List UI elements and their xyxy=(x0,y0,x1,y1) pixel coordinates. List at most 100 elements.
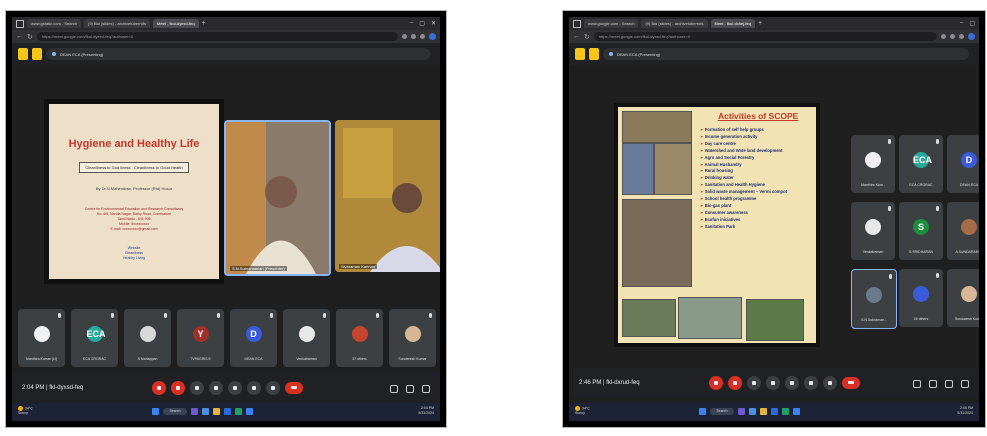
weather-widget[interactable]: 34°C Sunny xyxy=(18,406,33,416)
avatar: S xyxy=(913,219,929,235)
participant-tile[interactable]: S S.SRIDHARAN xyxy=(899,202,943,260)
participant-tile[interactable]: A SUNDARAM M xyxy=(947,202,979,260)
start-icon[interactable] xyxy=(152,408,159,415)
activities-icon[interactable] xyxy=(961,380,969,388)
info-icon[interactable] xyxy=(390,385,398,393)
participant-tile[interactable]: D DEAN ECA xyxy=(947,135,979,193)
present-screen-icon[interactable] xyxy=(785,376,799,390)
maximize-icon[interactable]: ▢ xyxy=(419,20,425,27)
pin-icon[interactable] xyxy=(575,48,585,60)
participant-video[interactable]: Sivaraman Kannan xyxy=(335,120,440,272)
avatar xyxy=(351,326,368,342)
captions-icon[interactable] xyxy=(747,376,761,390)
app-icon[interactable] xyxy=(738,408,745,415)
folder-icon[interactable] xyxy=(213,408,220,415)
participant-tile[interactable]: Y TVPAGRIS E xyxy=(177,309,224,367)
left-tab-3[interactable]: Meet - fkul-dyexd-feq xyxy=(153,19,199,28)
address-field[interactable]: https://meet.google.com/fkul-dyexd-feq?a… xyxy=(36,32,398,41)
more-options-icon[interactable] xyxy=(266,381,280,395)
participant-tile[interactable]: ECA ECA CRGRAC xyxy=(71,309,118,367)
avatar xyxy=(865,219,881,235)
participant-tile[interactable]: 37 others xyxy=(336,309,383,367)
participant-tile[interactable]: Venkatraman xyxy=(851,202,895,260)
participant-video-presenter[interactable]: S.N.Subramanian (Presenter) xyxy=(224,120,331,276)
new-tab-icon[interactable]: + xyxy=(758,20,762,27)
right-tab-2[interactable]: (9) Bio (slides) - archivetuberrofs xyxy=(641,19,708,28)
new-tab-icon[interactable]: + xyxy=(202,20,206,27)
participant-tile[interactable]: Manthira Kum.. xyxy=(851,135,895,193)
participant-tile[interactable]: D DEAN ECA xyxy=(230,309,277,367)
minimize-icon[interactable]: – xyxy=(960,20,963,27)
reload-icon[interactable]: ↻ xyxy=(27,33,33,41)
minimize-icon[interactable]: – xyxy=(410,20,413,27)
ext-icon[interactable] xyxy=(941,34,946,39)
start-icon[interactable] xyxy=(699,408,706,415)
ext-icon[interactable] xyxy=(411,34,416,39)
profile-icon[interactable] xyxy=(968,33,975,40)
leave-call-button[interactable] xyxy=(842,377,860,389)
app-icon[interactable] xyxy=(246,408,253,415)
ext-icon[interactable] xyxy=(402,34,407,39)
app-icon[interactable] xyxy=(793,408,800,415)
ext-icon[interactable] xyxy=(959,34,964,39)
search-box[interactable]: Search xyxy=(710,408,734,415)
app-icon[interactable] xyxy=(202,408,209,415)
back-icon[interactable]: ← xyxy=(573,33,580,40)
participant-tile[interactable]: Sundaresh Kumar xyxy=(947,269,979,327)
folder-icon[interactable] xyxy=(760,408,767,415)
leave-call-button[interactable] xyxy=(285,382,303,394)
app-icon[interactable] xyxy=(771,408,778,415)
ext-icon[interactable] xyxy=(420,34,425,39)
participant-tile[interactable]: S.N.Subraman... xyxy=(851,269,897,329)
participant-tile[interactable]: 16 others xyxy=(899,269,943,327)
right-tab-1[interactable]: www.google.com - Search xyxy=(584,19,639,28)
people-icon[interactable] xyxy=(406,385,414,393)
present-icon xyxy=(52,52,56,56)
chrome-icon[interactable] xyxy=(782,408,789,415)
participant-tile[interactable]: ECA ECA CRGRAC xyxy=(899,135,943,193)
raise-hand-icon[interactable] xyxy=(247,381,261,395)
camera-off-icon[interactable] xyxy=(728,376,742,390)
reload-icon[interactable]: ↻ xyxy=(584,33,590,41)
presenting-label: DEAN ECA (Presenting) xyxy=(617,51,661,57)
pin-icon[interactable] xyxy=(18,48,28,60)
back-icon[interactable]: ← xyxy=(16,33,23,40)
captions-icon[interactable] xyxy=(190,381,204,395)
address-field[interactable]: https://meet.google.com/fkul-dyxsd-feq?a… xyxy=(593,32,937,41)
chrome-icon[interactable] xyxy=(235,408,242,415)
maximize-icon[interactable]: ▢ xyxy=(969,20,975,27)
more-options-icon[interactable] xyxy=(823,376,837,390)
left-tab-2[interactable]: (9) Bio (slides) - archivetuberrofs xyxy=(84,19,151,28)
search-box[interactable]: Search xyxy=(163,408,187,415)
layout-icon[interactable] xyxy=(32,48,42,60)
raise-hand-icon[interactable] xyxy=(804,376,818,390)
right-tab-3[interactable]: Meet - fkul-dxhej-feq xyxy=(710,19,755,28)
camera-off-icon[interactable] xyxy=(171,381,185,395)
mic-off-icon[interactable] xyxy=(152,381,166,395)
weather-widget[interactable]: 34°C Sunny xyxy=(575,406,590,416)
emoji-icon[interactable] xyxy=(209,381,223,395)
activities-icon[interactable] xyxy=(422,385,430,393)
app-icon[interactable] xyxy=(224,408,231,415)
presentation-slide: Activities of SCOPE Formation of self he… xyxy=(614,103,820,347)
slide-photo xyxy=(622,299,676,337)
slide-website: Website Cleanliness Healthy Living xyxy=(89,246,179,261)
close-icon[interactable]: ✕ xyxy=(431,20,436,27)
chat-icon[interactable] xyxy=(945,380,953,388)
people-icon[interactable] xyxy=(929,380,937,388)
app-icon[interactable] xyxy=(191,408,198,415)
mic-off-icon[interactable] xyxy=(709,376,723,390)
info-icon[interactable] xyxy=(913,380,921,388)
ext-icon[interactable] xyxy=(950,34,955,39)
participant-tile[interactable]: S Mariappan xyxy=(124,309,171,367)
emoji-icon[interactable] xyxy=(766,376,780,390)
participant-tile[interactable]: Sunderesh Kumar xyxy=(389,309,436,367)
layout-icon[interactable] xyxy=(589,48,599,60)
participant-tile[interactable]: Manthira Kumar (Lt) xyxy=(18,309,65,367)
left-tab-1[interactable]: www.gstatic.com - Search xyxy=(27,19,82,28)
present-screen-icon[interactable] xyxy=(228,381,242,395)
profile-icon[interactable] xyxy=(429,33,436,40)
participant-name: Manthira Kumar (Lt) xyxy=(25,357,58,361)
app-icon[interactable] xyxy=(749,408,756,415)
participant-tile[interactable]: Venkatraman xyxy=(283,309,330,367)
